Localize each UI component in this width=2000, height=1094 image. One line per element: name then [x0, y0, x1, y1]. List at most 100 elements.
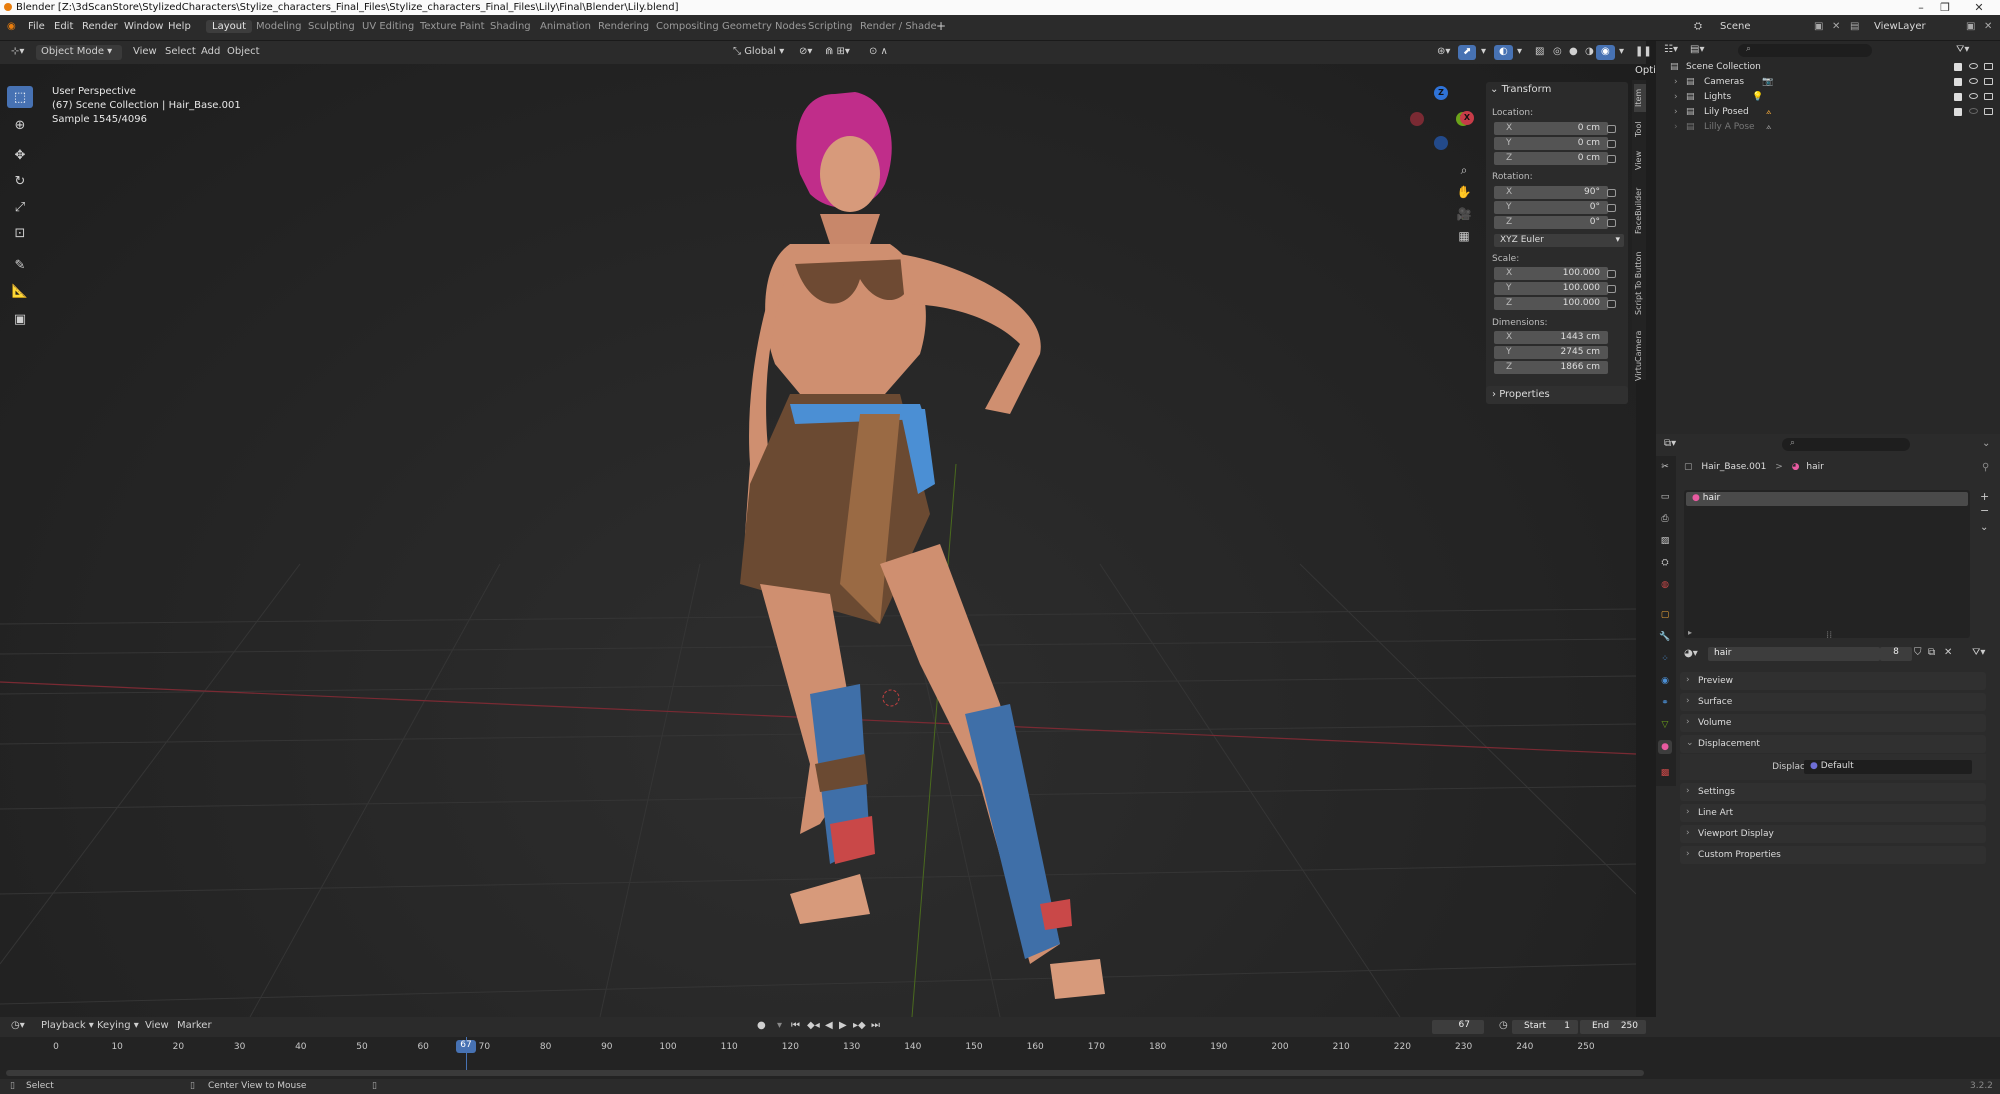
tab-view[interactable]: View [1634, 148, 1646, 174]
menu-help[interactable]: Help [168, 21, 191, 32]
menu-window[interactable]: Window [124, 21, 163, 32]
checkbox-icon[interactable] [1954, 78, 1962, 86]
outliner-item-lilly-a-pose[interactable]: › ▤ Lilly A Pose ⟑ [1656, 120, 2000, 135]
section-volume[interactable]: › Volume [1680, 714, 1986, 732]
node-tree-icon[interactable]: ⛛▾ [1972, 647, 1985, 658]
auto-key-icon[interactable]: ▾ [772, 1019, 787, 1034]
menu-file[interactable]: File [28, 21, 45, 32]
tab-sculpting[interactable]: Sculpting [302, 20, 361, 33]
displacement-socket-field[interactable]: ● Default [1804, 760, 1972, 774]
tab-item[interactable]: Item [1634, 84, 1646, 112]
zoom-icon[interactable]: ⌕ [1454, 160, 1474, 180]
modifier-wrench-icon[interactable]: 🔧 [1658, 630, 1672, 644]
timeline-ruler[interactable]: 0 10 20 30 40 50 60 70 80 90 100 110 120 130 140 150 160… [0, 1037, 2000, 1079]
view-layer-icon[interactable]: ▨ [1658, 534, 1672, 548]
overlay-dropdown-icon[interactable]: ▾ [1512, 45, 1527, 60]
pin-icon[interactable]: ⚲ [1982, 462, 1989, 473]
eye-icon[interactable] [1969, 93, 1978, 99]
tab-compositing[interactable]: Compositing [650, 20, 725, 33]
render-camera-icon[interactable] [1984, 108, 1993, 115]
jump-end-icon[interactable]: ⏭ [866, 1019, 885, 1034]
eye-icon[interactable] [1969, 63, 1978, 69]
gizmo-toggle-icon[interactable]: ⬈ [1458, 45, 1477, 60]
section-preview[interactable]: › Preview [1680, 672, 1986, 690]
delete-viewlayer-icon[interactable]: ✕ [1984, 21, 1992, 32]
viewlayer-selector[interactable]: ViewLayer [1874, 21, 1926, 32]
rotation-x-field[interactable]: X 90° [1494, 186, 1608, 199]
scale-y-field[interactable]: Y 100.000 [1494, 282, 1608, 295]
duplicate-material-icon[interactable]: ⧉ [1928, 647, 1935, 658]
tab-animation[interactable]: Animation [534, 20, 597, 33]
section-viewport-display[interactable]: › Viewport Display [1680, 825, 1986, 843]
outliner-editor-icon[interactable]: ☷▾ [1664, 44, 1678, 55]
section-custom-properties[interactable]: › Custom Properties [1680, 846, 1986, 864]
menu-edit[interactable]: Edit [54, 21, 73, 32]
tab-geometry-nodes[interactable]: Geometry Nodes [716, 20, 812, 33]
move-tool-icon[interactable]: ✥ [7, 144, 33, 166]
add-slot-button[interactable]: + [1980, 490, 1989, 503]
keying-menu[interactable]: Keying ▾ [92, 1019, 144, 1034]
playback-menu[interactable]: Playback ▾ [36, 1019, 99, 1034]
close-button[interactable]: ✕ [1964, 1, 1994, 14]
display-mode-icon[interactable]: ▤▾ [1690, 44, 1704, 55]
world-properties-icon[interactable]: ◍ [1658, 578, 1672, 592]
select-menu[interactable]: Select [160, 45, 201, 60]
lock-icon[interactable] [1607, 270, 1616, 278]
marker-menu[interactable]: Marker [172, 1019, 217, 1034]
gizmo-dropdown-icon[interactable]: ▾ [1476, 45, 1491, 60]
tool-properties-icon[interactable]: ✂ [1658, 460, 1672, 474]
annotate-tool-icon[interactable]: ✎ [7, 254, 33, 276]
pivot-point-icon[interactable]: ⊘▾ [794, 45, 817, 60]
object-properties-icon[interactable]: ▢ [1658, 608, 1672, 622]
tab-script-to-button[interactable]: Script To Button [1634, 246, 1646, 320]
transform-tool-icon[interactable]: ⊡ [7, 222, 33, 244]
dimensions-y-field[interactable]: Y 2745 cm [1494, 346, 1608, 359]
browse-material-icon[interactable]: ◕▾ [1684, 648, 1698, 659]
gizmo-z-axis[interactable]: Z [1434, 86, 1448, 100]
add-menu[interactable]: Add [196, 45, 225, 60]
properties-panel-header[interactable]: › Properties [1486, 386, 1628, 404]
timeline-scrollbar[interactable] [6, 1070, 1644, 1076]
scale-x-field[interactable]: X 100.000 [1494, 267, 1608, 280]
rotation-z-field[interactable]: Z 0° [1494, 216, 1608, 229]
section-surface[interactable]: › Surface [1680, 693, 1986, 711]
lock-icon[interactable] [1607, 155, 1616, 163]
menu-render[interactable]: Render [82, 21, 118, 32]
lock-icon[interactable] [1607, 125, 1616, 133]
pan-hand-icon[interactable]: ✋ [1454, 182, 1474, 202]
remove-slot-button[interactable]: − [1980, 504, 1989, 517]
mesh-data-icon[interactable]: ▽ [1658, 718, 1672, 732]
transform-panel-header[interactable]: ⌄ Transform [1490, 84, 1551, 95]
material-name-field[interactable]: hair [1708, 647, 1880, 661]
material-users-count[interactable]: 8 [1880, 647, 1912, 661]
object-mode-dropdown[interactable]: Object Mode ▾ [36, 45, 122, 60]
timeline-view-menu[interactable]: View [140, 1019, 174, 1034]
render-camera-icon[interactable] [1984, 93, 1993, 100]
add-workspace-button[interactable]: + [930, 18, 952, 34]
cursor-tool-icon[interactable]: ⊕ [7, 114, 33, 136]
location-z-field[interactable]: Z0 cm [1494, 152, 1608, 165]
section-line-art[interactable]: › Line Art [1680, 804, 1986, 822]
lock-icon[interactable] [1607, 140, 1616, 148]
scale-z-field[interactable]: Z 100.000 [1494, 297, 1608, 310]
particles-icon[interactable]: ⁘ [1658, 652, 1672, 666]
tab-scripting[interactable]: Scripting [802, 20, 858, 33]
shading-rendered-icon[interactable]: ◉ [1596, 45, 1615, 60]
maximize-button[interactable]: ❐ [1930, 1, 1960, 14]
outliner-scene-collection[interactable]: ▤ Scene Collection [1656, 60, 2000, 75]
checkbox-icon[interactable] [1954, 93, 1962, 101]
end-frame-field[interactable]: End 250 [1580, 1020, 1646, 1034]
lock-icon[interactable] [1607, 189, 1616, 197]
breadcrumb-material[interactable]: hair [1806, 462, 1823, 472]
dimensions-z-field[interactable]: Z 1866 cm [1494, 361, 1608, 374]
perspective-grid-icon[interactable]: ▦ [1454, 226, 1474, 246]
outliner-item-lights[interactable]: › ▤ Lights 💡 [1656, 90, 2000, 105]
object-menu[interactable]: Object [222, 45, 265, 60]
camera-view-icon[interactable]: 🎥 [1454, 204, 1474, 224]
eye-icon[interactable] [1969, 78, 1978, 84]
constraints-icon[interactable]: ⚭ [1658, 696, 1672, 710]
checkbox-icon[interactable] [1954, 108, 1962, 116]
tab-modeling[interactable]: Modeling [250, 20, 308, 33]
scale-tool-icon[interactable]: ⤢ [7, 196, 33, 218]
orientation-dropdown[interactable]: ⤡ Global ▾ [728, 45, 789, 60]
